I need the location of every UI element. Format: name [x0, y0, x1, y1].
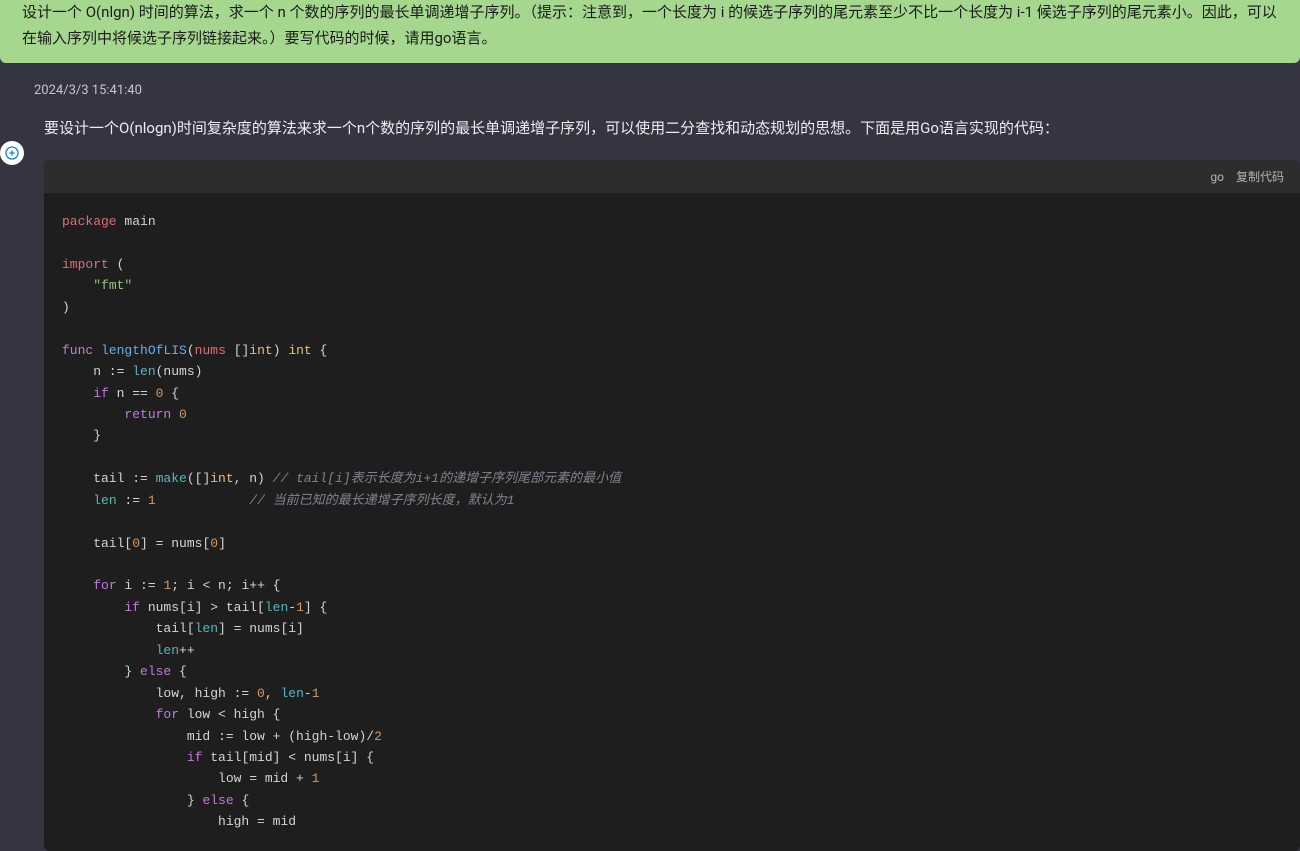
code-language-label: go: [1210, 170, 1224, 184]
message-timestamp: 2024/3/3 15:41:40: [34, 83, 1300, 98]
code-content[interactable]: package main import ( "fmt" ) func lengt…: [44, 193, 1300, 851]
assistant-message: 2024/3/3 15:41:40 要设计一个O(nlogn)时间复杂度的算法来…: [0, 63, 1300, 851]
copy-code-button[interactable]: 复制代码: [1236, 168, 1284, 185]
assistant-avatar-icon: [0, 141, 24, 165]
code-header: go 复制代码: [44, 160, 1300, 193]
user-message-text: 设计一个 O(nlgn) 时间的算法，求一个 n 个数的序列的最长单调递增子序列…: [22, 3, 1277, 47]
user-message: 设计一个 O(nlgn) 时间的算法，求一个 n 个数的序列的最长单调递增子序列…: [0, 0, 1300, 63]
code-block: go 复制代码 package main import ( "fmt" ) fu…: [44, 160, 1300, 851]
assistant-intro-text: 要设计一个O(nlogn)时间复杂度的算法来求一个n个数的序列的最长单调递增子序…: [44, 116, 1300, 140]
